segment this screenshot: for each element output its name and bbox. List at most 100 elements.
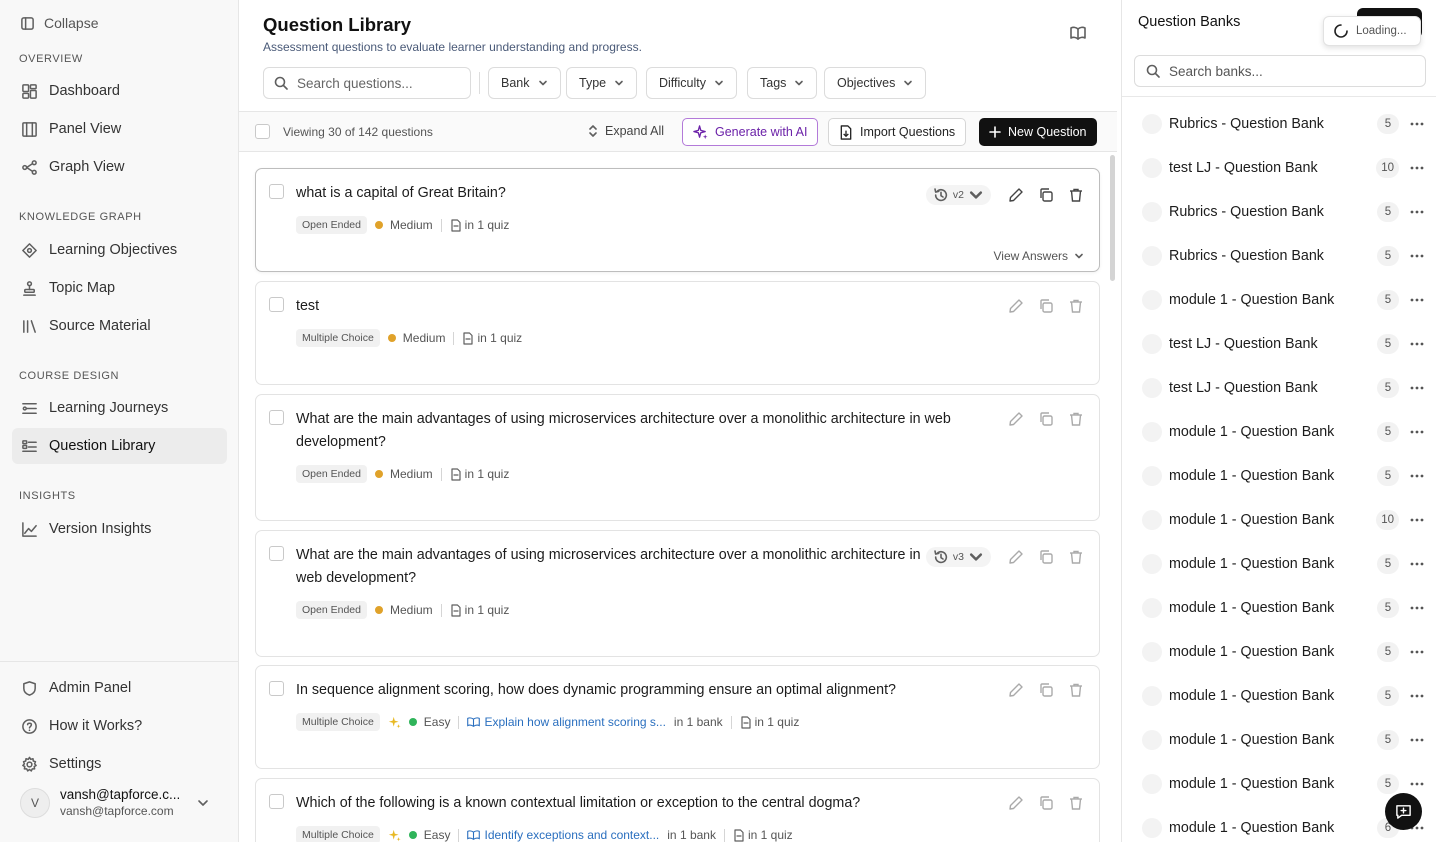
sidebar-item-version-insights[interactable]: Version Insights [12, 511, 227, 547]
bank-item[interactable]: module 1 - Question Bank 5 [1142, 637, 1425, 667]
bank-item[interactable]: module 1 - Question Bank 5 [1142, 461, 1425, 491]
question-checkbox[interactable] [269, 410, 284, 425]
bank-item[interactable]: module 1 - Question Bank 5 [1142, 549, 1425, 579]
question-checkbox[interactable] [269, 546, 284, 561]
bank-select-radio[interactable] [1142, 598, 1162, 618]
expand-all-button[interactable]: Expand All [587, 124, 664, 138]
sidebar-item-topic-map[interactable]: Topic Map [12, 270, 227, 306]
question-checkbox[interactable] [269, 297, 284, 312]
question-card[interactable]: what is a capital of Great Britain? Open… [255, 168, 1100, 272]
bank-item[interactable]: module 1 - Question Bank 10 [1142, 505, 1425, 535]
question-checkbox[interactable] [269, 794, 284, 809]
bank-select-radio[interactable] [1142, 114, 1162, 134]
objective-link[interactable]: Explain how alignment scoring s... [467, 715, 666, 729]
bank-select-radio[interactable] [1142, 774, 1162, 794]
bank-item[interactable]: module 1 - Question Bank 6 [1142, 813, 1425, 842]
bank-item[interactable]: Rubrics - Question Bank 5 [1142, 197, 1425, 227]
import-questions-button[interactable]: Import Questions [828, 118, 967, 146]
more-options-button[interactable] [1409, 254, 1425, 258]
bank-select-radio[interactable] [1142, 158, 1162, 178]
question-card[interactable]: What are the main advantages of using mi… [255, 530, 1100, 657]
edit-icon[interactable] [1008, 682, 1024, 698]
trash-icon[interactable] [1068, 682, 1084, 698]
collapse-button[interactable]: Collapse [20, 12, 98, 34]
copy-icon[interactable] [1038, 411, 1054, 427]
bank-item[interactable]: test LJ - Question Bank 5 [1142, 329, 1425, 359]
copy-icon[interactable] [1038, 187, 1054, 203]
edit-icon[interactable] [1008, 187, 1024, 203]
edit-icon[interactable] [1008, 298, 1024, 314]
more-options-button[interactable] [1409, 210, 1425, 214]
bank-item[interactable]: Rubrics - Question Bank 5 [1142, 109, 1425, 139]
chat-button[interactable] [1385, 793, 1422, 830]
bank-select-radio[interactable] [1142, 686, 1162, 706]
bank-item[interactable]: test LJ - Question Bank 5 [1142, 373, 1425, 403]
search-input[interactable] [297, 75, 447, 91]
sidebar-item-admin-panel[interactable]: Admin Panel [12, 670, 227, 706]
question-card[interactable]: test Multiple Choice Medium in 1 quiz [255, 281, 1100, 385]
copy-icon[interactable] [1038, 549, 1054, 565]
copy-icon[interactable] [1038, 298, 1054, 314]
filter-objectives[interactable]: Objectives [824, 67, 927, 99]
sidebar-item-how-it-works[interactable]: How it Works? [12, 708, 227, 744]
sidebar-item-learning-journeys[interactable]: Learning Journeys [12, 390, 227, 426]
bank-item[interactable]: Rubrics - Question Bank 5 [1142, 241, 1425, 271]
sidebar-item-source-material[interactable]: Source Material [12, 308, 227, 344]
trash-icon[interactable] [1068, 187, 1084, 203]
sidebar-item-learning-objectives[interactable]: Learning Objectives [12, 232, 227, 268]
more-options-button[interactable] [1409, 518, 1425, 522]
more-options-button[interactable] [1409, 166, 1425, 170]
list-scrollbar[interactable] [1110, 155, 1115, 281]
more-options-button[interactable] [1409, 650, 1425, 654]
bank-select-radio[interactable] [1142, 378, 1162, 398]
sidebar-item-panel-view[interactable]: Panel View [12, 111, 227, 147]
more-options-button[interactable] [1409, 782, 1425, 786]
filter-type[interactable]: Type [566, 67, 638, 99]
bank-select-radio[interactable] [1142, 290, 1162, 310]
version-selector[interactable]: v3 [925, 547, 991, 567]
question-card[interactable]: Which of the following is a known contex… [255, 778, 1100, 842]
bank-item[interactable]: module 1 - Question Bank 5 [1142, 593, 1425, 623]
bank-item[interactable]: module 1 - Question Bank 5 [1142, 285, 1425, 315]
more-options-button[interactable] [1409, 342, 1425, 346]
edit-icon[interactable] [1008, 795, 1024, 811]
more-options-button[interactable] [1409, 606, 1425, 610]
select-all-checkbox[interactable] [255, 124, 270, 139]
version-selector[interactable]: v2 [925, 185, 991, 205]
bank-select-radio[interactable] [1142, 334, 1162, 354]
sidebar-item-graph-view[interactable]: Graph View [12, 149, 227, 185]
more-options-button[interactable] [1409, 298, 1425, 302]
bank-select-radio[interactable] [1142, 818, 1162, 838]
user-menu[interactable]: V vansh@tapforce.c... vansh@tapforce.com [20, 787, 210, 818]
question-checkbox[interactable] [269, 184, 284, 199]
question-card[interactable]: What are the main advantages of using mi… [255, 394, 1100, 521]
more-options-button[interactable] [1409, 738, 1425, 742]
bank-select-radio[interactable] [1142, 466, 1162, 486]
sidebar-item-settings[interactable]: Settings [12, 746, 227, 782]
bank-select-radio[interactable] [1142, 246, 1162, 266]
question-search[interactable] [263, 67, 471, 99]
new-question-button[interactable]: New Question [979, 118, 1097, 146]
more-options-button[interactable] [1409, 430, 1425, 434]
bank-item[interactable]: test LJ - Question Bank 10 [1142, 153, 1425, 183]
filter-tags[interactable]: Tags [747, 67, 818, 99]
sidebar-item-question-library[interactable]: Question Library [12, 428, 227, 464]
more-options-button[interactable] [1409, 386, 1425, 390]
bank-select-radio[interactable] [1142, 730, 1162, 750]
bank-item[interactable]: module 1 - Question Bank 5 [1142, 725, 1425, 755]
more-options-button[interactable] [1409, 474, 1425, 478]
view-answers-toggle[interactable]: View Answers [994, 249, 1084, 263]
more-options-button[interactable] [1409, 694, 1425, 698]
more-options-button[interactable] [1409, 562, 1425, 566]
objective-link[interactable]: Identify exceptions and context... [467, 828, 659, 842]
bank-select-radio[interactable] [1142, 554, 1162, 574]
bank-select-radio[interactable] [1142, 642, 1162, 662]
docs-button[interactable] [1069, 24, 1087, 42]
more-options-button[interactable] [1409, 122, 1425, 126]
question-card[interactable]: In sequence alignment scoring, how does … [255, 665, 1100, 769]
bank-search[interactable] [1134, 55, 1426, 87]
copy-icon[interactable] [1038, 682, 1054, 698]
bank-select-radio[interactable] [1142, 422, 1162, 442]
trash-icon[interactable] [1068, 795, 1084, 811]
bank-item[interactable]: module 1 - Question Bank 5 [1142, 681, 1425, 711]
